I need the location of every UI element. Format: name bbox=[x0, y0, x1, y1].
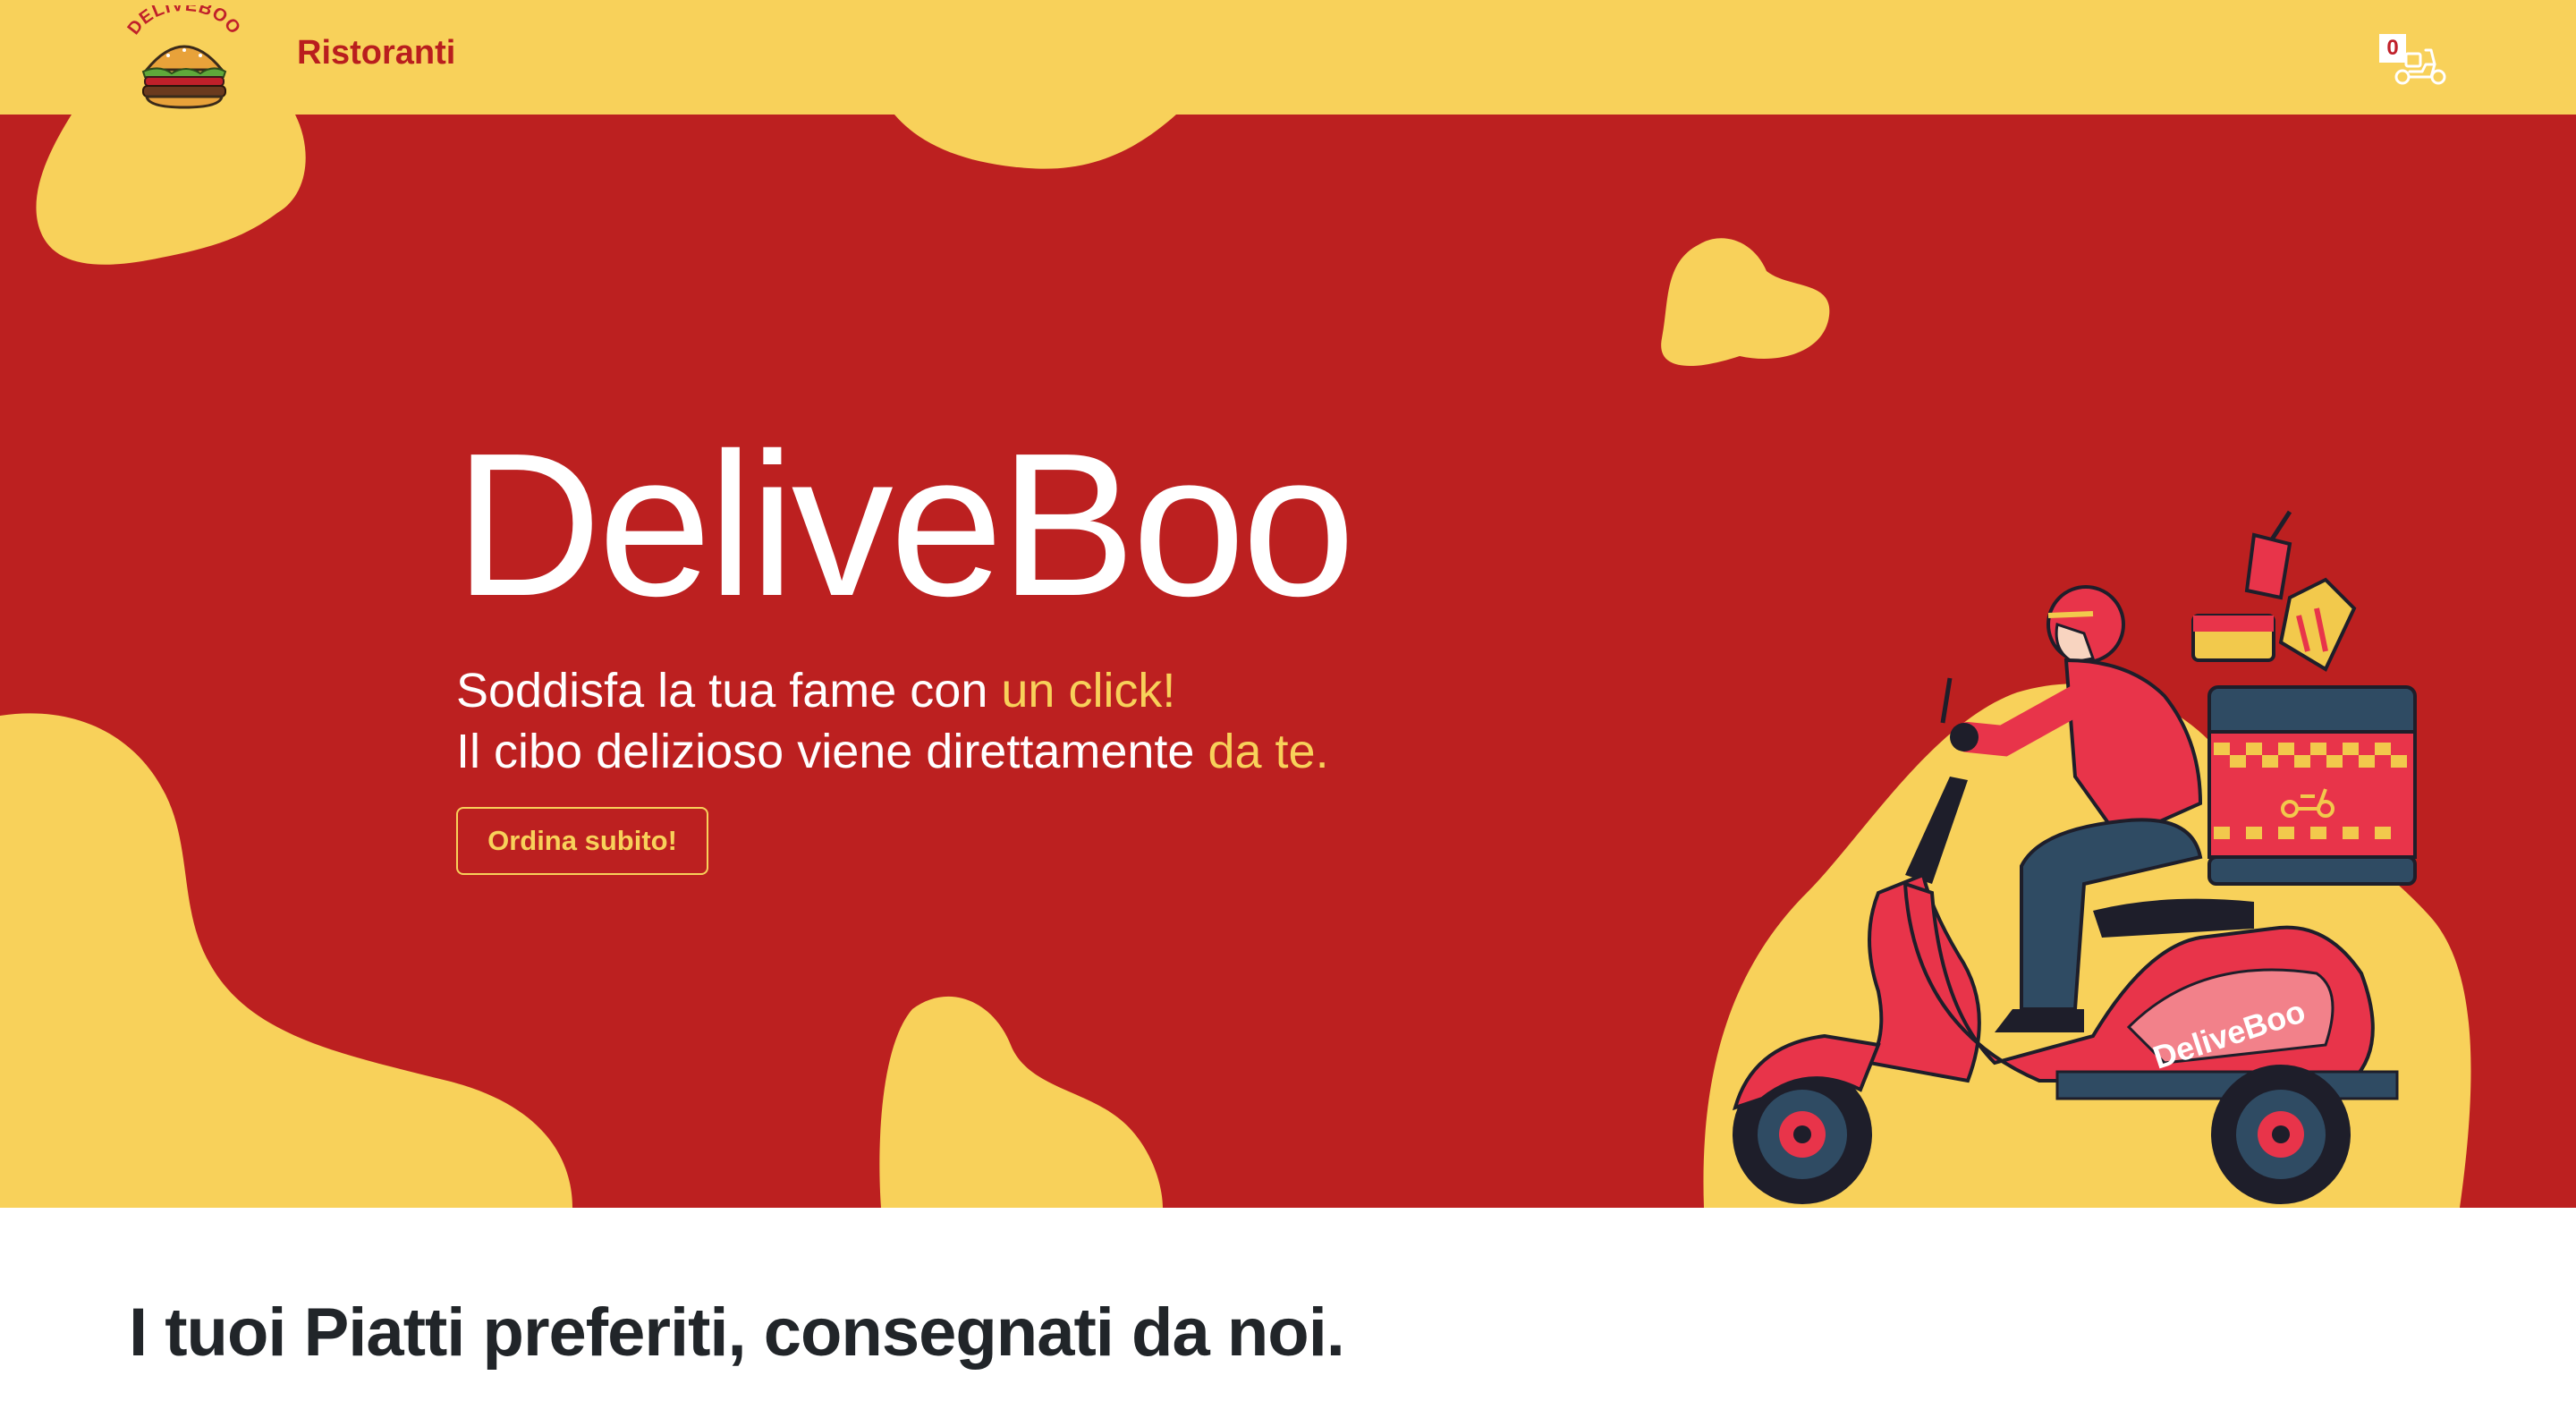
svg-text:DELIVEBOO: DELIVEBOO bbox=[123, 5, 244, 38]
food-boxes-icon bbox=[2191, 510, 2357, 672]
hero-section: DeliveBoo Soddisfa la tua fame con un cl… bbox=[0, 115, 2576, 1208]
hero-tagline: Soddisfa la tua fame con un click! Il ci… bbox=[456, 660, 1329, 782]
brand-logo[interactable]: DELIVEBOO bbox=[123, 0, 245, 109]
top-navbar: DELIVEBOO Ristoranti 0 bbox=[0, 0, 2576, 115]
order-now-button[interactable]: Ordina subito! bbox=[456, 807, 708, 875]
cart-count-badge: 0 bbox=[2379, 34, 2406, 63]
burger-icon bbox=[141, 45, 227, 109]
tagline-line1-accent: un click! bbox=[1001, 664, 1176, 717]
nav-link-ristoranti[interactable]: Ristoranti bbox=[297, 34, 455, 72]
delivery-box-icon bbox=[2207, 685, 2417, 886]
delivery-rider-illustration: DeliveBoo bbox=[1733, 510, 2417, 1204]
tagline-line2: Il cibo delizioso viene direttamente bbox=[456, 725, 1208, 778]
favorites-heading: I tuoi Piatti preferiti, consegnati da n… bbox=[129, 1295, 1345, 1371]
tagline-line1: Soddisfa la tua fame con bbox=[456, 664, 1002, 717]
hero-title: DeliveBoo bbox=[454, 412, 1355, 639]
tagline-line2-accent: da te. bbox=[1208, 725, 1329, 778]
logo-text: DELIVEBOO bbox=[123, 0, 243, 38]
cart-button[interactable]: 0 bbox=[2379, 34, 2449, 86]
